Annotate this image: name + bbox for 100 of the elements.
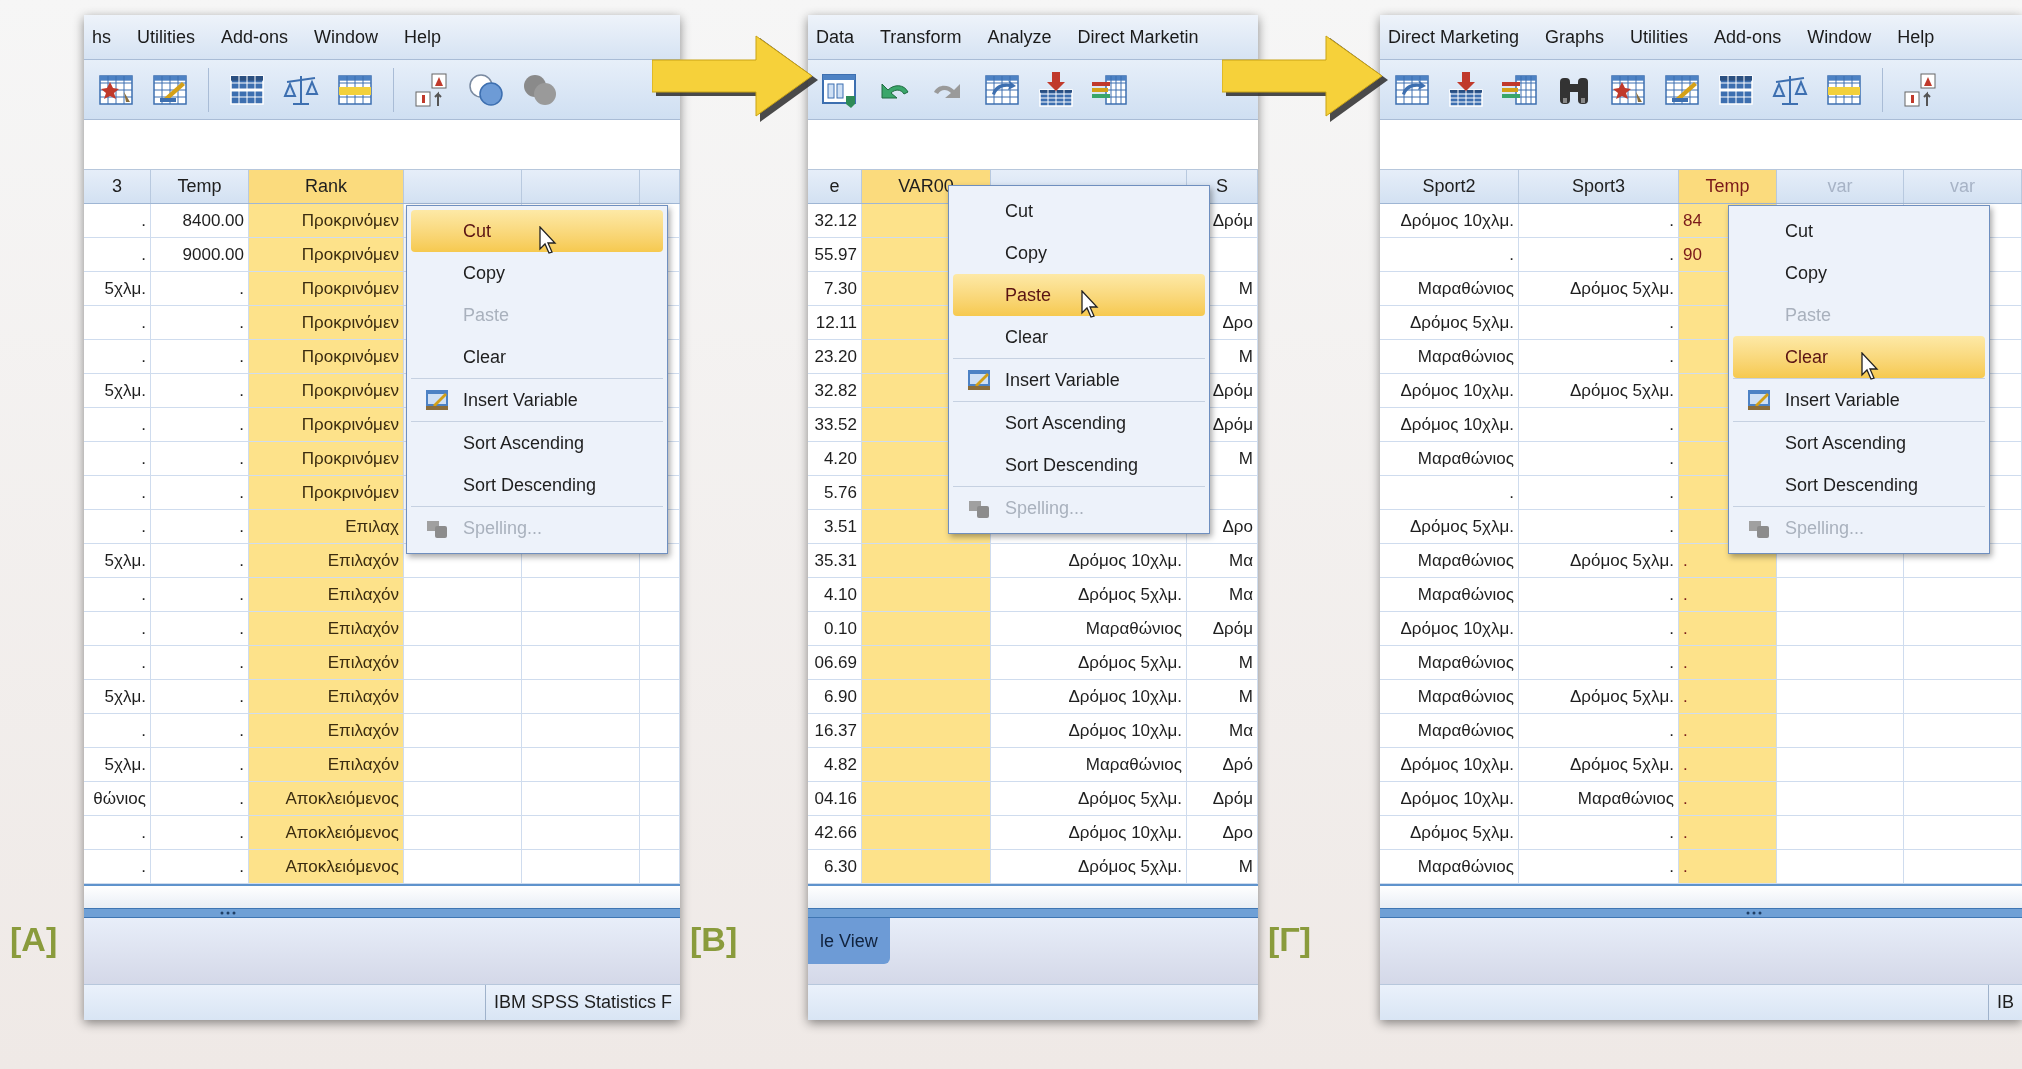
- table-cell: Μαραθώνιος: [1380, 578, 1519, 612]
- table-cell: Επιλαχόν: [249, 578, 404, 612]
- table-cell: Δρόμος 10χλμ.: [991, 816, 1187, 850]
- context-menu-item[interactable]: Clear: [411, 336, 663, 378]
- table-cell: Αποκλειόμενος: [249, 850, 404, 884]
- table-cell: Μα: [1187, 714, 1258, 748]
- context-menu-item[interactable]: Sort Descending: [1733, 464, 1985, 506]
- table-cell: 5χλμ.: [84, 680, 151, 714]
- menu-item[interactable]: Help: [1897, 23, 1935, 51]
- menu-item[interactable]: Add-ons: [1714, 23, 1782, 51]
- table-cell: Αποκλειόμενος: [249, 816, 404, 850]
- table-cell: Δρόμος 5χλμ.: [991, 578, 1187, 612]
- menu-item[interactable]: Graphs: [1545, 23, 1605, 51]
- table-cell: Δρόμος 10χλμ.: [1380, 612, 1519, 646]
- insert-variable-icon: [967, 369, 991, 391]
- table-cell: Προκρινόμεν: [249, 442, 404, 476]
- table-cell: Δρόμος 5χλμ.: [991, 782, 1187, 816]
- context-menu-item[interactable]: Insert Variable: [1733, 379, 1985, 421]
- table-cell: Μαραθώνιος: [1380, 680, 1519, 714]
- context-menu-item[interactable]: Sort Descending: [411, 464, 663, 506]
- table-cell: Δρό: [1187, 748, 1258, 782]
- table-cell: Δρόμ: [1187, 612, 1258, 646]
- column-header[interactable]: 3: [84, 170, 151, 203]
- table-cell: Δρόμος 5χλμ.: [991, 646, 1187, 680]
- column-header[interactable]: Rank: [249, 170, 404, 203]
- table-cell: .: [84, 646, 151, 680]
- down-arrow-table-icon[interactable]: [1036, 69, 1076, 110]
- table-cell: .: [84, 612, 151, 646]
- table-cell: Επιλαχόν: [249, 612, 404, 646]
- horizontal-scrollbar[interactable]: [1380, 884, 2022, 908]
- table-cell: Μαραθώνιος: [1380, 272, 1519, 306]
- column-header[interactable]: Temp: [1679, 170, 1777, 203]
- table-cell: [640, 680, 680, 714]
- context-menu-item[interactable]: Copy: [411, 252, 663, 294]
- table-cell: .: [84, 442, 151, 476]
- context-menu-item[interactable]: Sort Ascending: [1733, 422, 1985, 464]
- horizontal-scrollbar[interactable]: [84, 884, 680, 908]
- table-cell: Προκρινόμεν: [249, 476, 404, 510]
- mouse-cursor-icon: [1081, 290, 1099, 318]
- table-cell: Προκρινόμεν: [249, 408, 404, 442]
- table-cell: Δρόμος 10χλμ.: [1380, 782, 1519, 816]
- table-cell: .: [1679, 850, 1777, 884]
- menu-item[interactable]: hs: [92, 23, 111, 51]
- menu-item[interactable]: Window: [1807, 23, 1872, 51]
- table-cell: Δρόμος 5χλμ.: [1380, 306, 1519, 340]
- table-cell: .: [84, 578, 151, 612]
- context-menu-item[interactable]: Insert Variable: [411, 379, 663, 421]
- insert-variable-icon: [1747, 389, 1771, 411]
- table-cell: Μ: [1187, 680, 1258, 714]
- table-cell: Δρόμος 10χλμ.: [991, 680, 1187, 714]
- table-cell: Μαραθώνιος: [991, 748, 1187, 782]
- table-cell: Επιλαχόν: [249, 748, 404, 782]
- table-cell: Δρόμος 10χλμ.: [1380, 204, 1519, 238]
- status-text: IB: [1988, 985, 2022, 1020]
- table-cell: Προκρινόμεν: [249, 340, 404, 374]
- menu-item[interactable]: Window: [314, 23, 379, 51]
- table-cell: 5χλμ.: [84, 272, 151, 306]
- table-cell: Δρόμος 10χλμ.: [1380, 748, 1519, 782]
- table-cell: .: [84, 306, 151, 340]
- column-header[interactable]: Sport2: [1380, 170, 1519, 203]
- down-arrow-table-icon[interactable]: [1446, 69, 1486, 110]
- table-cell: .: [84, 204, 151, 238]
- table-cell: .: [1679, 714, 1777, 748]
- table-cell: .: [84, 238, 151, 272]
- table-cell: 5χλμ.: [84, 374, 151, 408]
- table-cell: .: [84, 340, 151, 374]
- view-tab[interactable]: le View: [808, 918, 890, 964]
- table-cell: .: [1679, 816, 1777, 850]
- grip-icon[interactable]: [1746, 911, 1762, 915]
- menu-item[interactable]: Analyze: [987, 23, 1052, 51]
- menu-item[interactable]: Direct Marketing: [1388, 23, 1520, 51]
- menu-item[interactable]: Transform: [880, 23, 962, 51]
- menu-item[interactable]: Utilities: [1630, 23, 1689, 51]
- table-cell: Μα: [1187, 578, 1258, 612]
- grip-icon[interactable]: [220, 911, 236, 915]
- table-cell: Δρόμος 10χλμ.: [991, 544, 1187, 578]
- horizontal-scrollbar[interactable]: [808, 884, 1258, 908]
- context-menu-item[interactable]: Cut: [411, 210, 663, 252]
- context-menu-item[interactable]: Insert Variable: [953, 359, 1205, 401]
- menu-item[interactable]: Utilities: [137, 23, 196, 51]
- context-menu-item[interactable]: Sort Ascending: [411, 422, 663, 464]
- table-cell: [640, 782, 680, 816]
- menu-item[interactable]: Help: [404, 23, 442, 51]
- table-cell: Δρο: [1187, 816, 1258, 850]
- table-cell: [640, 612, 680, 646]
- table-cell: [640, 646, 680, 680]
- insert-variable-icon: [425, 389, 449, 411]
- table-cell: Προκρινόμεν: [249, 374, 404, 408]
- table-cell: Μαραθώνιος: [1380, 442, 1519, 476]
- context-menu-item[interactable]: Paste: [953, 274, 1205, 316]
- table-cell: .: [84, 408, 151, 442]
- context-menu-item[interactable]: Clear: [1733, 336, 1985, 378]
- table-cell: 5χλμ.: [84, 544, 151, 578]
- table-cell: [640, 816, 680, 850]
- table-cell: .: [1679, 578, 1777, 612]
- table-cell: Προκρινόμεν: [249, 272, 404, 306]
- menu-item[interactable]: Add-ons: [221, 23, 289, 51]
- menu-item[interactable]: Data: [816, 23, 855, 51]
- menu-item[interactable]: Direct Marketin: [1077, 23, 1199, 51]
- table-cell: .: [1380, 238, 1519, 272]
